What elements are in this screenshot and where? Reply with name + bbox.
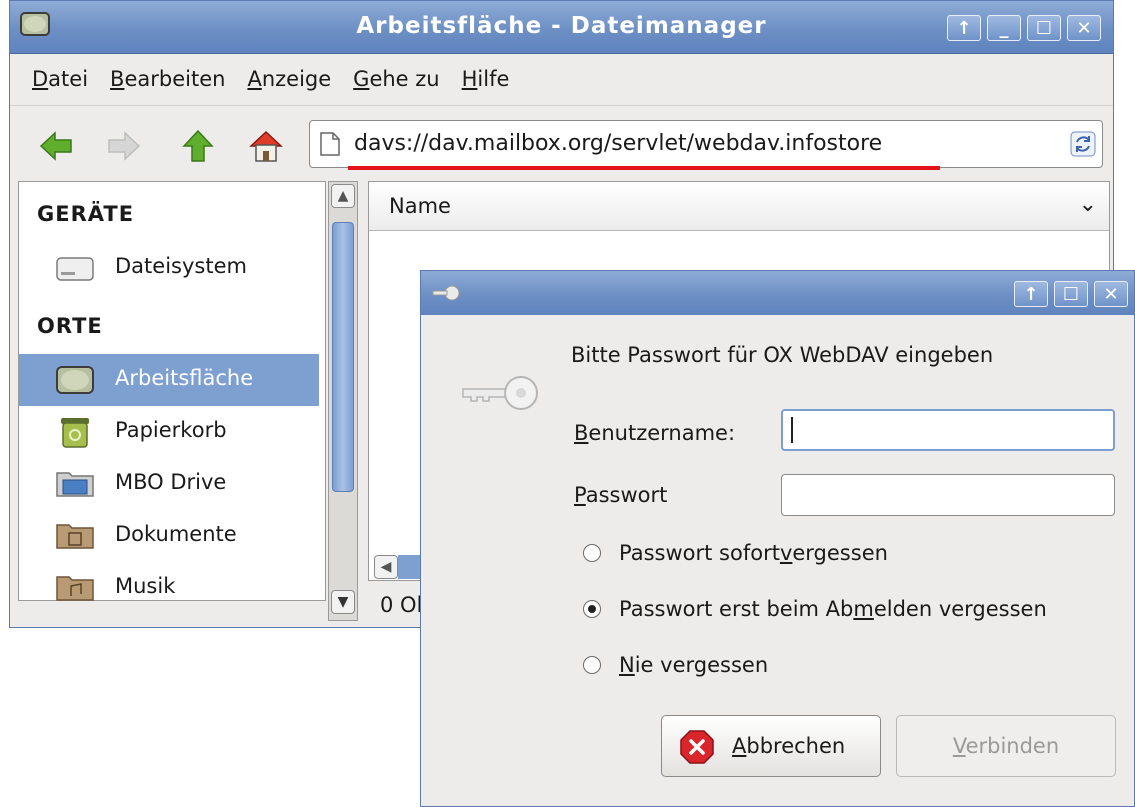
column-header-name[interactable]: Name ⌄ [369, 182, 1109, 231]
scroll-up-button[interactable]: ▲ [331, 184, 355, 208]
forward-arrow-icon[interactable] [106, 128, 142, 164]
sidebar-item-music[interactable]: Musik [19, 562, 319, 614]
chevron-down-icon[interactable]: ⌄ [1079, 192, 1097, 217]
section-header-places: ORTE [37, 314, 103, 338]
sidebar-item-label: Dokumente [115, 522, 237, 546]
sidebar-item-trash[interactable]: Papierkorb [19, 406, 319, 458]
sidebar-item-documents[interactable]: Dokumente [19, 510, 319, 562]
places-sidebar: GERÄTE Dateisystem ORTE Arbeitsfläche Pa… [18, 181, 326, 601]
menu-datei[interactable]: Datei [32, 67, 88, 91]
scroll-down-button[interactable]: ▼ [331, 590, 355, 614]
close-button[interactable]: ✕ [1067, 15, 1101, 41]
radio-button-selected[interactable] [583, 600, 601, 618]
minimize-button[interactable]: _ [987, 15, 1021, 41]
back-arrow-icon[interactable] [38, 128, 74, 164]
maximize-button[interactable]: ☐ [1054, 281, 1088, 307]
connect-button-label: Verbinden [952, 734, 1060, 758]
raise-window-button[interactable]: ↑ [947, 15, 981, 41]
password-label: Passwort [574, 483, 668, 507]
menu-gehe-zu[interactable]: Gehe zu [353, 67, 439, 91]
radio-forget-immediately[interactable]: Passwort sofort v ergessen [583, 541, 888, 565]
music-folder-icon [56, 576, 94, 601]
up-arrow-icon[interactable] [180, 128, 216, 164]
network-folder-icon [56, 472, 94, 497]
sidebar-item-desktop[interactable]: Arbeitsfläche [19, 354, 319, 406]
document-icon [320, 132, 340, 156]
password-field[interactable] [781, 474, 1115, 516]
menu-hilfe[interactable]: Hilfe [462, 67, 510, 91]
text-caret [791, 417, 793, 443]
raise-window-button[interactable]: ↑ [1014, 281, 1048, 307]
title-bar[interactable]: Arbeitsfläche - Dateimanager ↑ _ ☐ ✕ [10, 1, 1113, 54]
radio-button[interactable] [583, 544, 601, 562]
menu-bearbeiten[interactable]: Bearbeiten [110, 67, 225, 91]
sidebar-item-label: Musik [115, 574, 176, 598]
menu-anzeige[interactable]: Anzeige [247, 67, 331, 91]
location-bar[interactable]: davs://dav.mailbox.org/servlet/webdav.in… [309, 120, 1103, 168]
sidebar-item-label: MBO Drive [115, 470, 227, 494]
home-icon[interactable] [248, 128, 284, 164]
scroll-left-button[interactable]: ◀ [374, 555, 398, 579]
section-header-devices: GERÄTE [37, 202, 135, 226]
dialog-prompt: Bitte Passwort für OX WebDAV eingeben [571, 343, 994, 367]
connect-button[interactable]: Verbinden [896, 715, 1116, 777]
location-text: davs://dav.mailbox.org/servlet/webdav.in… [354, 131, 883, 156]
password-dialog: ↑ ☐ ✕ Bitte Passwort für OX WebDAV einge… [420, 270, 1135, 807]
desktop-icon [56, 366, 94, 394]
sidebar-item-label: Arbeitsfläche [115, 366, 254, 390]
dialog-title-bar[interactable]: ↑ ☐ ✕ [421, 271, 1134, 315]
reload-icon[interactable] [1070, 131, 1096, 157]
cancel-button[interactable]: Abbrechen [661, 715, 881, 777]
sidebar-item-mbo-drive[interactable]: MBO Drive [19, 458, 319, 510]
drive-icon [56, 257, 94, 281]
username-field[interactable] [781, 409, 1115, 451]
scrollbar-thumb[interactable] [332, 222, 354, 492]
radio-forget-on-logout[interactable]: Passwort erst beim Ab m elden vergessen [583, 597, 1047, 621]
sidebar-scrollbar[interactable]: ▲ ▼ [328, 181, 358, 621]
sidebar-item-label: Dateisystem [115, 254, 247, 278]
sidebar-item-filesystem[interactable]: Dateisystem [19, 242, 319, 294]
cancel-button-label: Abbrechen [732, 734, 846, 758]
url-highlight-underline [348, 166, 940, 170]
radio-button[interactable] [583, 656, 601, 674]
key-icon [432, 285, 460, 301]
radio-never-forget[interactable]: Nie vergessen [583, 653, 768, 677]
menu-bar: Datei Bearbeiten Anzeige Gehe zu Hilfe [10, 54, 1113, 104]
trash-icon [61, 418, 89, 448]
stop-icon [680, 730, 714, 764]
sidebar-item-label: Papierkorb [115, 418, 227, 442]
documents-folder-icon [56, 524, 94, 549]
username-label: Benutzername: [574, 421, 736, 445]
maximize-button[interactable]: ☐ [1027, 15, 1061, 41]
key-icon [462, 376, 538, 410]
close-button[interactable]: ✕ [1094, 281, 1128, 307]
column-header-label: Name [389, 194, 451, 218]
